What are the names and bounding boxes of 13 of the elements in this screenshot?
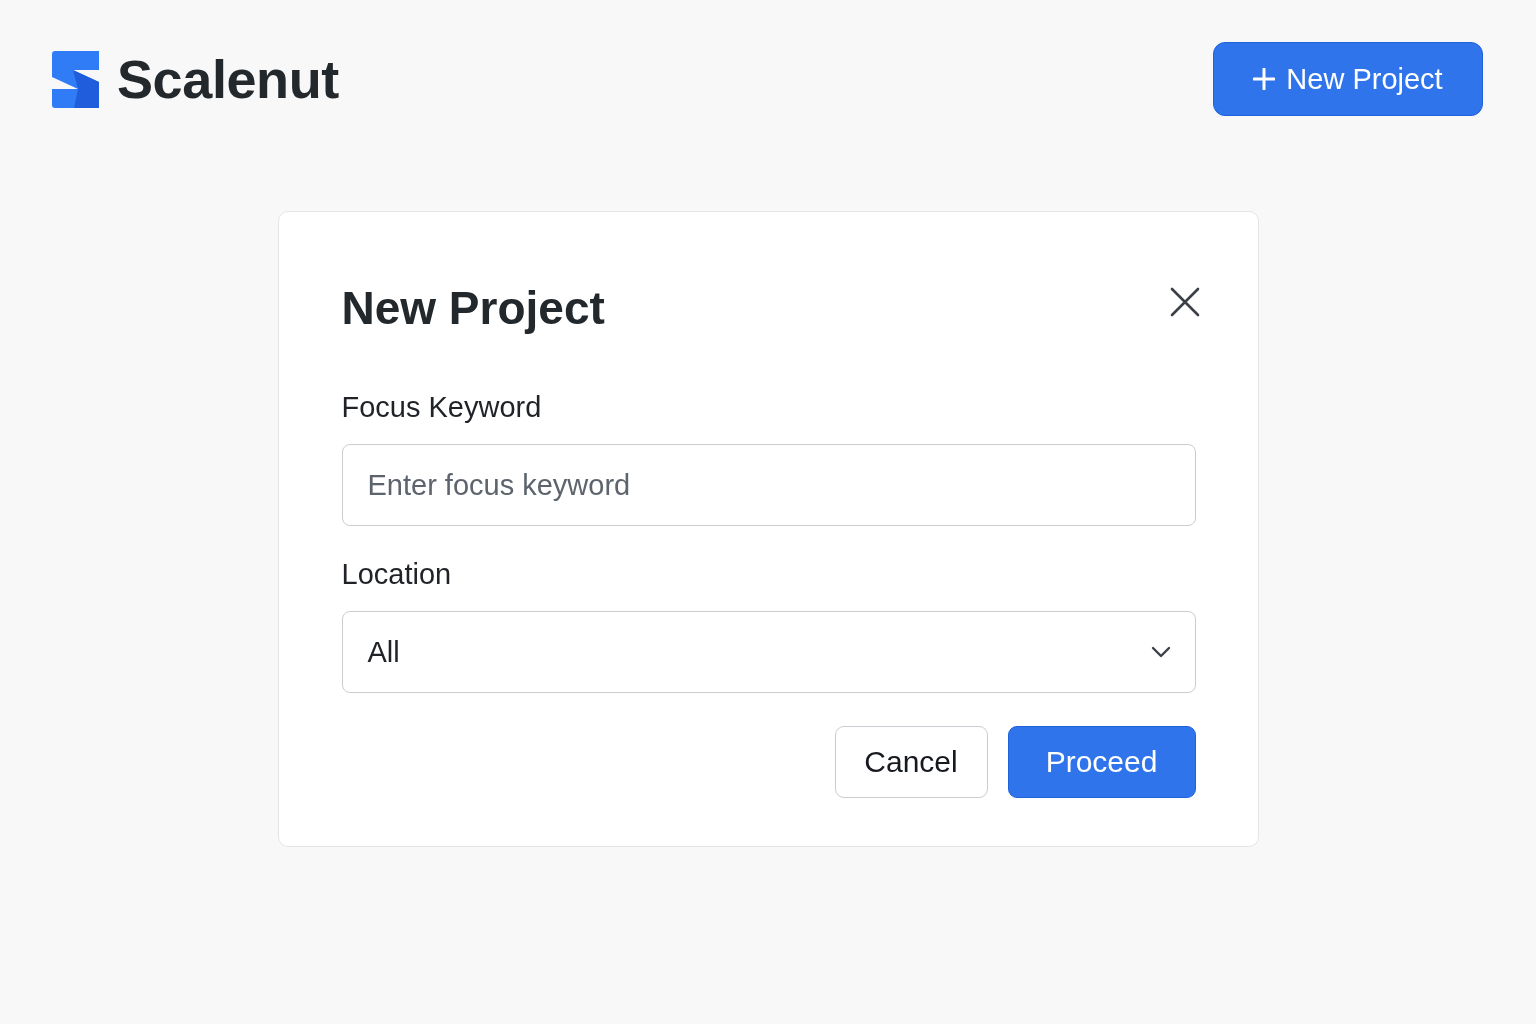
plus-icon: [1253, 68, 1276, 90]
field-label: Focus Keyword: [341, 390, 542, 425]
proceed-button[interactable]: Proceed: [1007, 726, 1196, 798]
brand-name: Scalenut: [117, 48, 339, 111]
cancel-button[interactable]: Cancel: [834, 726, 988, 798]
field-label: Location: [341, 557, 452, 592]
close-icon[interactable]: [1169, 287, 1200, 317]
location-select[interactable]: All: [341, 611, 1196, 693]
dialog-title: New Project: [341, 281, 605, 336]
chevron-down-icon: [1150, 646, 1171, 658]
keyword-input[interactable]: Enter focus keyword: [341, 444, 1196, 526]
logo-icon: [52, 50, 100, 108]
new-project-button[interactable]: New Project: [1213, 42, 1483, 116]
